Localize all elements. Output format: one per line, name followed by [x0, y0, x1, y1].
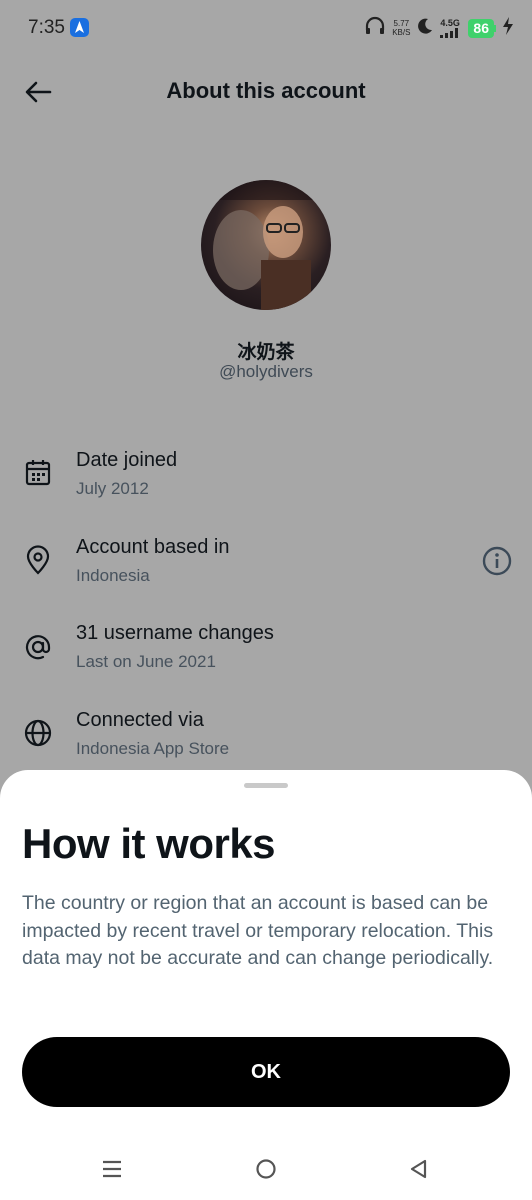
info-subtitle: Indonesia App Store — [76, 739, 230, 758]
battery-level: 86 — [468, 18, 494, 38]
info-row-connected-via: Connected via Indonesia App Store — [0, 709, 532, 779]
network-gen-label: 4.5G — [440, 17, 460, 28]
battery-tip — [494, 24, 496, 32]
app-notification-icon — [70, 18, 89, 37]
location-pin-icon — [26, 545, 50, 575]
avatar[interactable] — [201, 180, 331, 310]
info-title: Connected via — [76, 709, 204, 731]
network-speed: 5.77 KB/S — [392, 19, 411, 37]
moon-icon — [416, 17, 434, 40]
display-name: 冰奶茶 — [237, 342, 295, 363]
info-row-date-joined: Date joined July 2012 — [0, 449, 532, 519]
how-it-works-sheet: How it works The country or region that … — [0, 770, 532, 1200]
info-subtitle: Last on June 2021 — [76, 652, 216, 671]
sheet-body: The country or region that an account is… — [22, 892, 494, 969]
status-icons: 5.77 KB/S 4.5G 86 — [364, 16, 514, 40]
info-row-account-based-in: Account based in Indonesia — [0, 536, 532, 606]
user-handle: @holydivers — [219, 362, 313, 381]
info-title: Date joined — [76, 449, 178, 471]
signal-bars-icon — [440, 27, 459, 38]
back-triangle-icon[interactable] — [406, 1156, 432, 1182]
menu-icon[interactable] — [99, 1156, 125, 1182]
signal-indicator: 4.5G — [440, 17, 462, 38]
info-title: 31 username changes — [76, 622, 274, 644]
charging-icon — [502, 16, 514, 41]
info-row-username-changes: 31 username changes Last on June 2021 — [0, 622, 532, 692]
at-sign-icon — [25, 635, 51, 660]
status-time: 7:35 — [28, 17, 65, 38]
info-subtitle: July 2012 — [76, 479, 149, 498]
home-circle-icon[interactable] — [253, 1156, 279, 1182]
page-title: About this account — [166, 78, 366, 103]
header: About this account — [0, 60, 532, 124]
info-title: Account based in — [76, 536, 230, 558]
sheet-drag-handle[interactable] — [244, 783, 288, 788]
info-subtitle: Indonesia — [76, 566, 150, 585]
system-nav-bar — [0, 1140, 532, 1200]
sheet-title: How it works — [22, 820, 276, 867]
calendar-icon — [25, 460, 51, 486]
ok-button[interactable]: OK — [22, 1037, 510, 1107]
globe-icon — [24, 719, 52, 747]
status-bar: 7:35 5.77 KB/S 4.5G 86 — [0, 0, 532, 58]
info-icon[interactable] — [480, 544, 514, 578]
headphones-icon — [364, 16, 386, 41]
